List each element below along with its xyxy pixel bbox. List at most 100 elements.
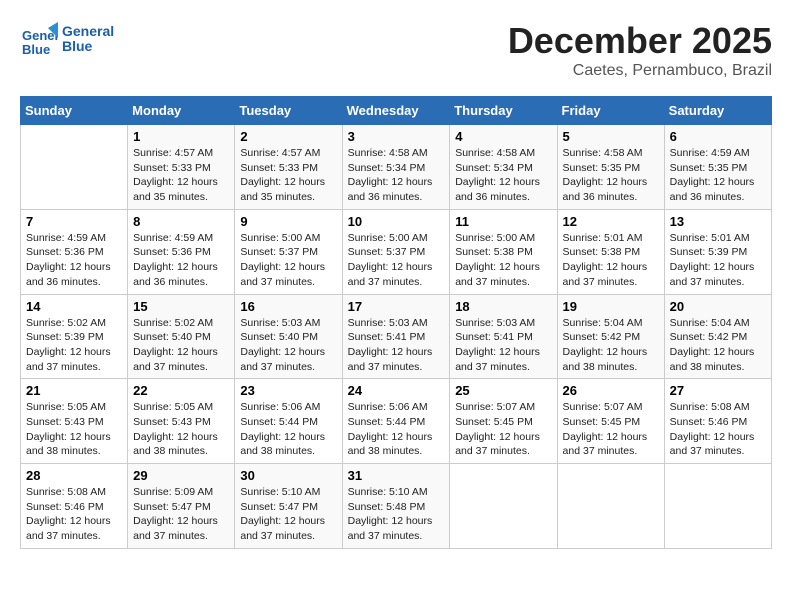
day-number: 31 <box>348 468 445 483</box>
day-info: Sunrise: 5:00 AM Sunset: 5:37 PM Dayligh… <box>240 231 336 290</box>
day-info: Sunrise: 5:07 AM Sunset: 5:45 PM Dayligh… <box>455 400 551 459</box>
day-info: Sunrise: 5:04 AM Sunset: 5:42 PM Dayligh… <box>563 316 659 375</box>
calendar-cell: 23 Sunrise: 5:06 AM Sunset: 5:44 PM Dayli… <box>235 379 342 464</box>
calendar-cell: 14Sunrise: 5:02 AM Sunset: 5:39 PM Dayli… <box>21 294 128 379</box>
calendar-cell <box>664 464 771 549</box>
header-friday: Friday <box>557 97 664 125</box>
day-number: 5 <box>563 129 659 144</box>
day-info: Sunrise: 5:00 AM Sunset: 5:38 PM Dayligh… <box>455 231 551 290</box>
day-number: 24 <box>348 383 445 398</box>
calendar-cell: 15 Sunrise: 5:02 AM Sunset: 5:40 PM Dayli… <box>128 294 235 379</box>
calendar-cell: 25 Sunrise: 5:07 AM Sunset: 5:45 PM Dayli… <box>450 379 557 464</box>
calendar-cell: 16 Sunrise: 5:03 AM Sunset: 5:40 PM Dayli… <box>235 294 342 379</box>
day-info: Sunrise: 5:10 AM Sunset: 5:48 PM Dayligh… <box>348 485 445 544</box>
day-info: Sunrise: 4:58 AM Sunset: 5:34 PM Dayligh… <box>348 146 445 205</box>
calendar-cell: 3 Sunrise: 4:58 AM Sunset: 5:34 PM Daylig… <box>342 125 450 210</box>
day-number: 1 <box>133 129 229 144</box>
day-info: Sunrise: 4:58 AM Sunset: 5:35 PM Dayligh… <box>563 146 659 205</box>
day-number: 13 <box>670 214 766 229</box>
day-number: 17 <box>348 299 445 314</box>
logo-blue: Blue <box>62 39 114 54</box>
day-number: 25 <box>455 383 551 398</box>
day-number: 9 <box>240 214 336 229</box>
day-info: Sunrise: 5:03 AM Sunset: 5:41 PM Dayligh… <box>455 316 551 375</box>
day-info: Sunrise: 5:08 AM Sunset: 5:46 PM Dayligh… <box>670 400 766 459</box>
day-number: 2 <box>240 129 336 144</box>
day-info: Sunrise: 4:57 AM Sunset: 5:33 PM Dayligh… <box>240 146 336 205</box>
day-info: Sunrise: 4:59 AM Sunset: 5:36 PM Dayligh… <box>133 231 229 290</box>
day-info: Sunrise: 5:04 AM Sunset: 5:42 PM Dayligh… <box>670 316 766 375</box>
day-number: 7 <box>26 214 122 229</box>
title-area: December 2025 Caetes, Pernambuco, Brazil <box>508 20 772 80</box>
calendar-cell: 28Sunrise: 5:08 AM Sunset: 5:46 PM Dayli… <box>21 464 128 549</box>
day-number: 21 <box>26 383 122 398</box>
day-number: 15 <box>133 299 229 314</box>
calendar-cell: 27Sunrise: 5:08 AM Sunset: 5:46 PM Dayli… <box>664 379 771 464</box>
calendar-cell: 10 Sunrise: 5:00 AM Sunset: 5:37 PM Dayli… <box>342 209 450 294</box>
day-info: Sunrise: 5:00 AM Sunset: 5:37 PM Dayligh… <box>348 231 445 290</box>
calendar-cell <box>450 464 557 549</box>
calendar-cell: 19Sunrise: 5:04 AM Sunset: 5:42 PM Dayli… <box>557 294 664 379</box>
svg-text:Blue: Blue <box>22 42 50 57</box>
day-number: 11 <box>455 214 551 229</box>
calendar-cell: 5 Sunrise: 4:58 AM Sunset: 5:35 PM Daylig… <box>557 125 664 210</box>
calendar-cell: 4Sunrise: 4:58 AM Sunset: 5:34 PM Daylig… <box>450 125 557 210</box>
month-title: December 2025 <box>508 20 772 62</box>
calendar-header-row: SundayMondayTuesdayWednesdayThursdayFrid… <box>21 97 772 125</box>
day-number: 23 <box>240 383 336 398</box>
calendar-cell: 20 Sunrise: 5:04 AM Sunset: 5:42 PM Dayli… <box>664 294 771 379</box>
header-monday: Monday <box>128 97 235 125</box>
logo: General Blue General Blue <box>20 20 114 58</box>
calendar-cell: 2 Sunrise: 4:57 AM Sunset: 5:33 PM Daylig… <box>235 125 342 210</box>
calendar-week-3: 14Sunrise: 5:02 AM Sunset: 5:39 PM Dayli… <box>21 294 772 379</box>
day-number: 8 <box>133 214 229 229</box>
day-info: Sunrise: 5:06 AM Sunset: 5:44 PM Dayligh… <box>240 400 336 459</box>
day-number: 16 <box>240 299 336 314</box>
calendar-week-1: 1 Sunrise: 4:57 AM Sunset: 5:33 PM Daylig… <box>21 125 772 210</box>
calendar-week-5: 28Sunrise: 5:08 AM Sunset: 5:46 PM Dayli… <box>21 464 772 549</box>
day-number: 28 <box>26 468 122 483</box>
calendar-cell: 22Sunrise: 5:05 AM Sunset: 5:43 PM Dayli… <box>128 379 235 464</box>
calendar-cell: 21 Sunrise: 5:05 AM Sunset: 5:43 PM Dayli… <box>21 379 128 464</box>
day-info: Sunrise: 5:09 AM Sunset: 5:47 PM Dayligh… <box>133 485 229 544</box>
day-number: 3 <box>348 129 445 144</box>
day-info: Sunrise: 5:02 AM Sunset: 5:39 PM Dayligh… <box>26 316 122 375</box>
calendar-cell: 12Sunrise: 5:01 AM Sunset: 5:38 PM Dayli… <box>557 209 664 294</box>
day-info: Sunrise: 5:05 AM Sunset: 5:43 PM Dayligh… <box>26 400 122 459</box>
logo-icon: General Blue <box>20 20 58 58</box>
day-info: Sunrise: 5:05 AM Sunset: 5:43 PM Dayligh… <box>133 400 229 459</box>
calendar-cell: 24 Sunrise: 5:06 AM Sunset: 5:44 PM Dayli… <box>342 379 450 464</box>
calendar-cell: 7 Sunrise: 4:59 AM Sunset: 5:36 PM Daylig… <box>21 209 128 294</box>
day-info: Sunrise: 5:06 AM Sunset: 5:44 PM Dayligh… <box>348 400 445 459</box>
header-thursday: Thursday <box>450 97 557 125</box>
header-wednesday: Wednesday <box>342 97 450 125</box>
day-number: 26 <box>563 383 659 398</box>
day-number: 6 <box>670 129 766 144</box>
page-header: General Blue General Blue December 2025 … <box>20 20 772 80</box>
header-tuesday: Tuesday <box>235 97 342 125</box>
day-info: Sunrise: 5:02 AM Sunset: 5:40 PM Dayligh… <box>133 316 229 375</box>
day-info: Sunrise: 5:03 AM Sunset: 5:40 PM Dayligh… <box>240 316 336 375</box>
calendar-week-4: 21 Sunrise: 5:05 AM Sunset: 5:43 PM Dayli… <box>21 379 772 464</box>
calendar-cell <box>21 125 128 210</box>
calendar-cell: 30Sunrise: 5:10 AM Sunset: 5:47 PM Dayli… <box>235 464 342 549</box>
day-info: Sunrise: 4:58 AM Sunset: 5:34 PM Dayligh… <box>455 146 551 205</box>
calendar-cell: 31 Sunrise: 5:10 AM Sunset: 5:48 PM Dayli… <box>342 464 450 549</box>
calendar-cell: 11 Sunrise: 5:00 AM Sunset: 5:38 PM Dayli… <box>450 209 557 294</box>
day-info: Sunrise: 5:10 AM Sunset: 5:47 PM Dayligh… <box>240 485 336 544</box>
calendar-cell: 13 Sunrise: 5:01 AM Sunset: 5:39 PM Dayli… <box>664 209 771 294</box>
calendar-cell: 8 Sunrise: 4:59 AM Sunset: 5:36 PM Daylig… <box>128 209 235 294</box>
calendar-cell: 9 Sunrise: 5:00 AM Sunset: 5:37 PM Daylig… <box>235 209 342 294</box>
calendar-cell: 18Sunrise: 5:03 AM Sunset: 5:41 PM Dayli… <box>450 294 557 379</box>
day-info: Sunrise: 4:59 AM Sunset: 5:36 PM Dayligh… <box>26 231 122 290</box>
day-info: Sunrise: 4:57 AM Sunset: 5:33 PM Dayligh… <box>133 146 229 205</box>
calendar-cell: 17Sunrise: 5:03 AM Sunset: 5:41 PM Dayli… <box>342 294 450 379</box>
day-info: Sunrise: 5:07 AM Sunset: 5:45 PM Dayligh… <box>563 400 659 459</box>
calendar-cell: 6Sunrise: 4:59 AM Sunset: 5:35 PM Daylig… <box>664 125 771 210</box>
day-number: 20 <box>670 299 766 314</box>
day-info: Sunrise: 5:01 AM Sunset: 5:39 PM Dayligh… <box>670 231 766 290</box>
calendar-cell <box>557 464 664 549</box>
day-number: 10 <box>348 214 445 229</box>
calendar-cell: 29 Sunrise: 5:09 AM Sunset: 5:47 PM Dayli… <box>128 464 235 549</box>
day-number: 29 <box>133 468 229 483</box>
